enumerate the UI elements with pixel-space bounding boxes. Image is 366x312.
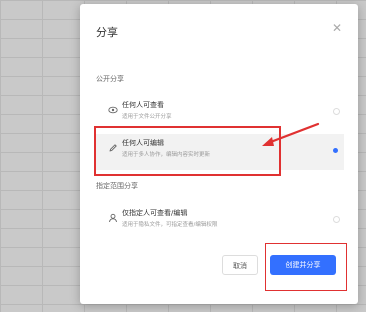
option-title: 仅指定人可查看/编辑	[122, 209, 188, 217]
option-desc: 适用于多人协作，编辑内容实时更新	[122, 152, 211, 158]
option-specific-people[interactable]: 仅指定人可查看/编辑 适用于隐私文件，可指定查看/编辑权限	[94, 204, 344, 240]
dialog-title: 分享	[96, 26, 118, 39]
cancel-button[interactable]: 取消	[222, 255, 258, 275]
radio-button[interactable]	[333, 108, 340, 115]
close-icon[interactable]: ✕	[332, 22, 342, 34]
option-title: 任何人可编辑	[122, 139, 164, 147]
pencil-icon	[108, 138, 118, 152]
section-label-public: 公开分享	[96, 75, 124, 83]
option-anyone-view[interactable]: 任何人可查看 适用于文件公开分享	[94, 96, 344, 132]
option-anyone-edit[interactable]: 任何人可编辑 适用于多人协作，编辑内容实时更新	[94, 134, 344, 170]
eye-icon	[108, 100, 118, 114]
option-title: 任何人可查看	[122, 101, 164, 109]
radio-button[interactable]	[333, 216, 340, 223]
share-dialog: 分享 ✕ 公开分享 任何人可查看 适用于文件公开分享 任何人可编辑 适用于多人协…	[80, 4, 358, 304]
create-and-share-button[interactable]: 创建并分享	[270, 255, 336, 275]
option-desc: 适用于隐私文件，可指定查看/编辑权限	[122, 222, 218, 228]
option-desc: 适用于文件公开分享	[122, 114, 172, 120]
user-icon	[108, 208, 118, 223]
section-label-restricted: 指定范围分享	[96, 182, 138, 190]
radio-button-selected[interactable]	[333, 148, 338, 153]
